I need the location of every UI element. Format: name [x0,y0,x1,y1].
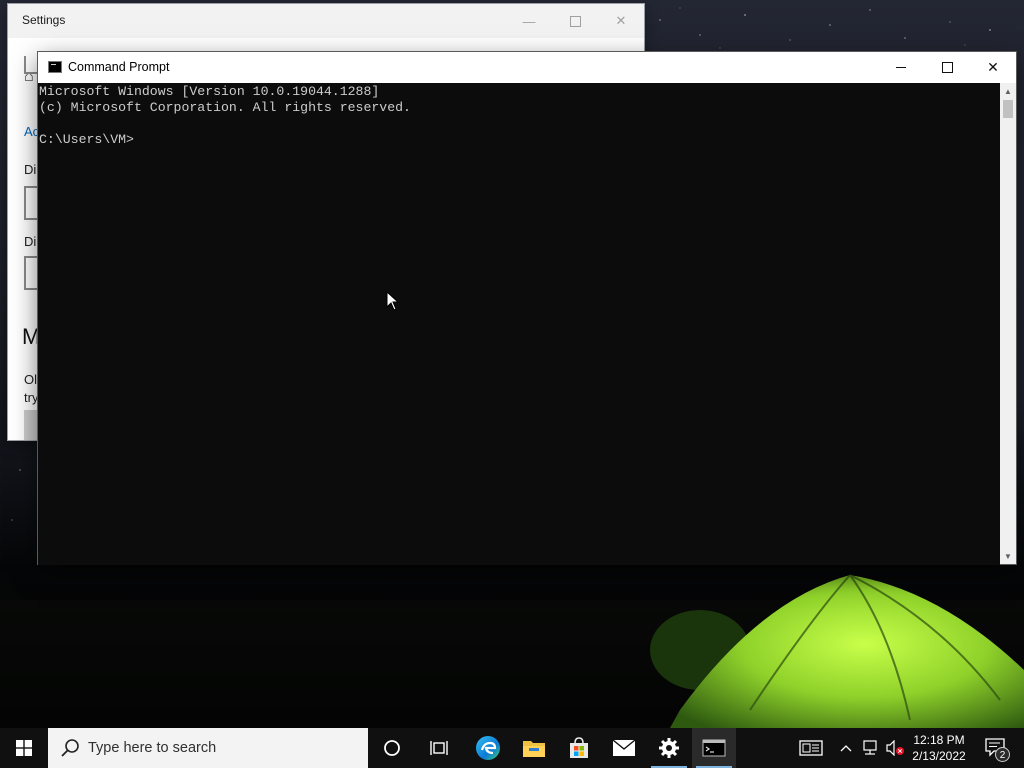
close-icon: ✕ [615,13,627,28]
green-tent [650,574,1024,728]
chevron-up-icon [840,745,852,752]
clock-date: 2/13/2022 [912,749,966,763]
edge-icon [476,736,500,760]
windows-logo-icon [16,740,32,756]
taskbar-microsoft-store[interactable] [557,728,601,768]
cmd-window-title: Command Prompt [68,60,170,74]
settings-titlebar[interactable]: Settings — ✕ [8,4,644,38]
taskbar-edge[interactable] [466,728,510,768]
mail-icon [612,739,636,756]
taskbar-command-prompt[interactable] [692,728,736,768]
scroll-down-arrow-icon[interactable]: ▼ [1000,548,1016,564]
cmd-minimize-button[interactable] [878,52,924,83]
search-placeholder: Type here to search [88,740,217,756]
cmd-titlebar[interactable]: Command Prompt ✕ [38,52,1016,83]
show-hidden-icons-button[interactable] [836,728,856,768]
notification-count-badge: 2 [995,747,1010,762]
cortana-icon [384,740,400,756]
mouse-pointer-icon [386,291,400,311]
settings-label-1: Di [24,162,37,177]
start-button[interactable] [0,728,48,768]
news-widget-button[interactable] [794,728,828,768]
network-icon [863,740,877,755]
console-prompt[interactable]: C:\Users\VM> [38,132,1000,148]
vertical-scrollbar[interactable]: ▲ ▼ [1000,83,1016,564]
volume-muted-icon [886,740,904,756]
taskbar: Type here to search 12:18 PM 2/13/2022 2 [0,728,1024,768]
taskbar-file-explorer[interactable] [512,728,556,768]
scrollbar-thumb[interactable] [1003,100,1013,118]
task-view-button[interactable] [418,728,462,768]
settings-paragraph-line-1: Ol [24,372,37,387]
cortana-button[interactable] [370,728,414,768]
action-center-button[interactable]: 2 [978,728,1014,768]
taskbar-clock[interactable]: 12:18 PM 2/13/2022 [908,728,970,768]
minimize-icon [896,67,906,68]
cmd-close-button[interactable]: ✕ [970,52,1016,83]
console-line: Microsoft Windows [Version 10.0.19044.12… [39,84,380,99]
cmd-maximize-button[interactable] [924,52,970,83]
settings-minimize-button[interactable]: — [506,4,552,38]
settings-label-2: Di [24,234,37,249]
minimize-icon: — [522,13,536,29]
settings-maximize-button[interactable] [552,4,598,38]
settings-close-button[interactable]: ✕ [598,4,644,38]
settings-window-title: Settings [22,13,66,27]
command-prompt-icon[interactable] [48,61,62,73]
search-icon [61,739,79,757]
close-icon: ✕ [987,59,999,75]
microsoft-store-icon [570,737,588,758]
scroll-up-arrow-icon[interactable]: ▲ [1000,83,1016,99]
taskbar-settings[interactable] [647,728,691,768]
clock-time: 12:18 PM [913,733,965,747]
file-explorer-icon [523,741,545,757]
volume-button[interactable] [883,728,907,768]
console-output[interactable]: Microsoft Windows [Version 10.0.19044.12… [38,83,1000,565]
task-view-icon [430,741,448,755]
console-line: (c) Microsoft Corporation. All rights re… [39,100,411,115]
command-prompt-icon [702,739,726,757]
news-icon [799,740,823,756]
settings-link[interactable]: Ac [24,124,39,139]
command-prompt-window[interactable]: Command Prompt ✕ Microsoft Windows [Vers… [38,52,1016,565]
taskbar-search-box[interactable]: Type here to search [48,728,368,768]
maximize-icon [941,62,953,73]
taskbar-mail[interactable] [602,728,646,768]
maximize-icon [569,15,581,27]
network-button[interactable] [859,728,881,768]
settings-icon [659,738,679,758]
settings-paragraph-line-2: try [24,390,39,405]
